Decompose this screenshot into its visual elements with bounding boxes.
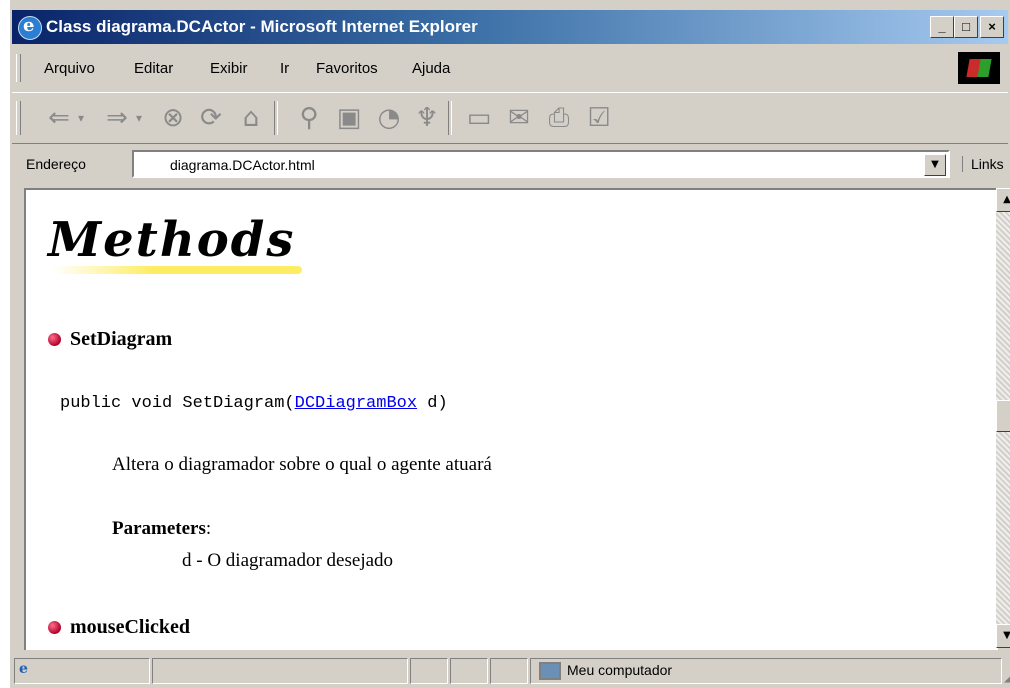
stop-icon[interactable]: ⊗ <box>158 103 188 133</box>
menu-ir[interactable]: Ir <box>280 60 289 77</box>
parameters-label: Parameters: <box>112 518 211 540</box>
search-icon[interactable]: ⚲ <box>294 103 324 133</box>
signature-prefix: public void SetDiagram( <box>60 394 295 413</box>
forward-icon[interactable]: ⇒ <box>102 103 132 133</box>
address-input[interactable]: diagrama.DCActor.html <box>132 150 950 178</box>
status-cell <box>450 658 488 684</box>
history-icon[interactable]: ◔ <box>374 103 404 133</box>
channels-icon[interactable]: ♆ <box>412 103 442 133</box>
scroll-up-button[interactable]: ▲ <box>996 188 1010 212</box>
method-signature: public void SetDiagram(DCDiagramBox d) <box>60 394 448 413</box>
ie-icon[interactable] <box>18 15 42 40</box>
status-cell <box>410 658 448 684</box>
edit-icon[interactable]: ☑ <box>584 103 614 133</box>
menu-editar[interactable]: Editar <box>134 60 173 77</box>
methods-heading: Methods <box>48 212 296 268</box>
minimize-button[interactable]: _ <box>930 16 954 38</box>
toolbar-grip[interactable] <box>16 101 21 135</box>
method-name-setdiagram: SetDiagram <box>70 328 173 350</box>
status-bar: e Meu computador ◢ <box>12 654 1010 688</box>
zone-label: Meu computador <box>567 662 673 678</box>
status-zone-cell: Meu computador <box>530 658 1002 684</box>
mail-icon[interactable]: ✉ <box>504 103 534 133</box>
page-content: Methods SetDiagram public void SetDiagra… <box>24 188 998 650</box>
page-status-icon: e <box>19 661 28 677</box>
menu-exibir[interactable]: Exibir <box>210 60 248 77</box>
favorites-icon[interactable]: ▣ <box>334 103 364 133</box>
address-dropdown-button[interactable]: ▼ <box>924 154 946 176</box>
back-dropdown-icon[interactable]: ▾ <box>74 103 88 133</box>
windows-logo-icon <box>958 52 1000 84</box>
forward-dropdown-icon[interactable]: ▾ <box>132 103 146 133</box>
status-main-cell: e <box>14 658 150 684</box>
fullscreen-icon[interactable]: ▭ <box>464 103 494 133</box>
maximize-button[interactable]: □ <box>954 16 978 38</box>
close-button[interactable]: × <box>980 16 1004 38</box>
resize-grip-icon[interactable]: ◢ <box>1004 670 1010 684</box>
address-label: Endereço <box>26 156 86 172</box>
links-button[interactable]: Links <box>962 156 1004 172</box>
toolbar-separator <box>274 101 278 135</box>
computer-icon <box>539 662 561 680</box>
window-title: Class diagrama.DCActor - Microsoft Inter… <box>46 17 478 36</box>
dcdiagrambox-link[interactable]: DCDiagramBox <box>295 394 417 413</box>
refresh-icon[interactable]: ⟳ <box>196 103 226 133</box>
method-bullet-icon <box>48 333 61 346</box>
toolbar-separator <box>448 101 452 135</box>
browser-window: Class diagrama.DCActor - Microsoft Inter… <box>0 0 1010 688</box>
print-icon[interactable]: ⎙ <box>544 103 574 133</box>
method-bullet-icon <box>48 621 61 634</box>
parameters-label-text: Parameters <box>112 518 206 539</box>
scroll-thumb[interactable] <box>996 400 1010 432</box>
menu-grip[interactable] <box>16 54 21 82</box>
menu-favoritos[interactable]: Favoritos <box>316 60 378 77</box>
menu-bar: Arquivo Editar Exibir Ir Favoritos Ajuda <box>12 48 1008 88</box>
signature-suffix: d) <box>417 394 448 413</box>
method-description: Altera o diagramador sobre o qual o agen… <box>112 454 492 475</box>
status-cell <box>490 658 528 684</box>
title-bar[interactable]: Class diagrama.DCActor - Microsoft Inter… <box>12 10 1008 44</box>
menu-ajuda[interactable]: Ajuda <box>412 60 450 77</box>
parameters-colon: : <box>205 518 212 539</box>
vertical-scrollbar[interactable]: ▲ ▼ <box>996 188 1010 648</box>
home-icon[interactable]: ⌂ <box>236 103 266 133</box>
back-icon[interactable]: ⇐ <box>44 103 74 133</box>
scroll-down-button[interactable]: ▼ <box>996 624 1010 648</box>
method-name-mouseclicked: mouseClicked <box>70 616 190 638</box>
address-bar: Endereço diagrama.DCActor.html ▼ Links <box>12 146 1008 184</box>
standard-toolbar: ⇐ ▾ ⇒ ▾ ⊗ ⟳ ⌂ ⚲ ▣ ◔ ♆ ▭ ✉ ⎙ ☑ <box>12 92 1008 144</box>
parameter-item: d - O diagramador desejado <box>182 550 394 571</box>
menu-arquivo[interactable]: Arquivo <box>44 60 95 77</box>
status-progress-cell <box>152 658 408 684</box>
